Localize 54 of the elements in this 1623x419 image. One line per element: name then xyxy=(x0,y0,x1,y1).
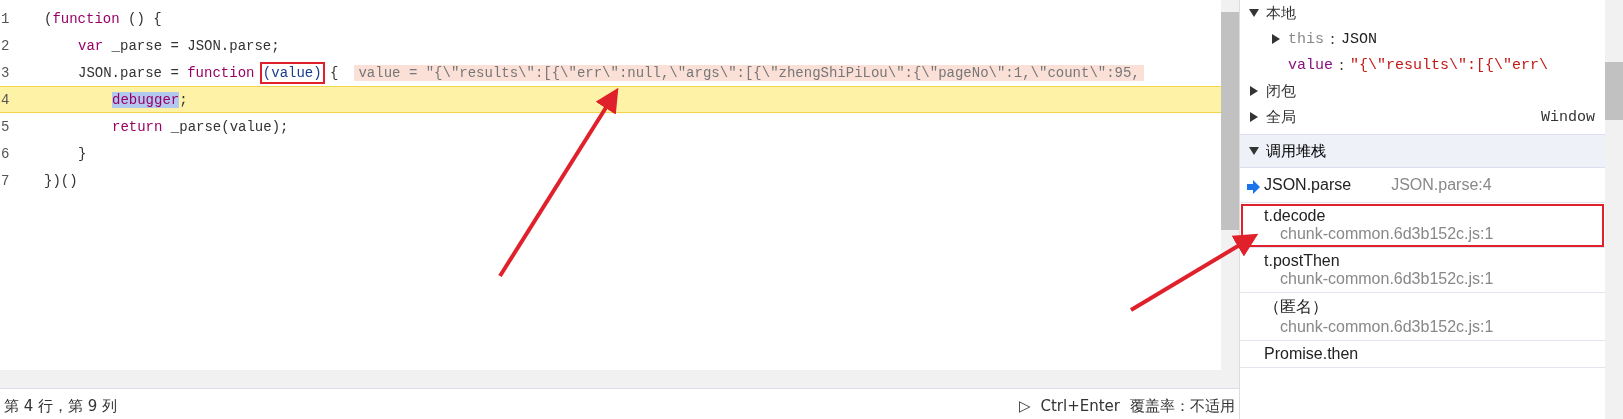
run-shortcut: Ctrl+Enter xyxy=(1040,397,1120,415)
vertical-scrollbar[interactable] xyxy=(1221,0,1239,370)
line-number: 6 xyxy=(1,145,11,162)
variable-value: "{\"results\":[{\"err\ xyxy=(1350,56,1549,74)
code-token: ( xyxy=(44,10,53,27)
call-stack-header[interactable]: 调用堆栈 xyxy=(1240,134,1605,168)
cursor-position: 第 4 行，第 9 列 xyxy=(4,396,118,416)
code-token: function xyxy=(187,64,256,81)
line-number: 5 xyxy=(1,118,11,135)
section-label: 本地 xyxy=(1266,3,1296,23)
coverage-status: 覆盖率：不适用 xyxy=(1130,396,1235,416)
line-number: 3 xyxy=(1,64,11,81)
colon: : xyxy=(1339,56,1345,74)
expand-triangle-icon[interactable] xyxy=(1248,112,1260,122)
code-token: function xyxy=(52,10,120,27)
run-icon[interactable]: ▷ xyxy=(1018,397,1031,415)
line-number: 2 xyxy=(1,37,11,54)
scope-section[interactable]: 全局 Window xyxy=(1248,104,1605,130)
call-stack-frame[interactable]: t.decode chunk-common.6d3b152c.js:1 xyxy=(1240,203,1605,248)
code-token: debugger xyxy=(112,91,180,108)
scope-section[interactable]: 本地 xyxy=(1248,0,1605,26)
vertical-scrollbar[interactable] xyxy=(1605,0,1623,419)
collapse-triangle-icon[interactable] xyxy=(1248,8,1260,18)
line-number: 1 xyxy=(1,10,11,27)
code-token: } xyxy=(78,145,87,162)
scope-section[interactable]: 闭包 xyxy=(1248,78,1605,104)
inline-value-hint: value = "{\"results\":[{\"err\":null,\"args\":[{\"zhengShiPiLou\":{\"pageNo\":1,\"count\":95, xyxy=(354,64,1144,81)
expand-triangle-icon[interactable] xyxy=(1248,86,1260,96)
code-token: var xyxy=(78,37,104,54)
code-token: return xyxy=(112,118,163,135)
collapse-triangle-icon[interactable] xyxy=(1248,146,1260,156)
call-stack-frame[interactable]: Promise.then xyxy=(1240,341,1605,368)
current-frame-arrow-icon xyxy=(1246,180,1260,194)
colon: : xyxy=(1330,30,1336,48)
variable-name: value xyxy=(1288,56,1333,74)
line-number: 7 xyxy=(1,172,11,189)
code-token: (value) xyxy=(262,64,322,81)
code-token: ; xyxy=(179,91,188,108)
horizontal-scrollbar[interactable] xyxy=(0,370,1239,389)
section-label: 闭包 xyxy=(1266,81,1296,101)
call-stack-frame[interactable]: JSON.parse JSON.parse:4 xyxy=(1240,168,1605,203)
scope-value: Window xyxy=(1541,108,1595,126)
code-token: JSON.parse = xyxy=(78,64,180,81)
section-label: 调用堆栈 xyxy=(1266,141,1326,161)
variable-value: JSON xyxy=(1341,30,1378,48)
section-label: 全局 xyxy=(1266,107,1296,127)
code-token: { xyxy=(329,64,339,81)
line-number: 4 xyxy=(1,91,11,108)
code-token: _parse(value); xyxy=(169,118,289,135)
code-token: () { xyxy=(127,10,162,27)
code-token: _parse = JSON.parse; xyxy=(110,37,280,54)
code-token: })() xyxy=(44,172,78,189)
expand-triangle-icon[interactable] xyxy=(1270,34,1282,44)
variable-name: this xyxy=(1288,30,1324,48)
